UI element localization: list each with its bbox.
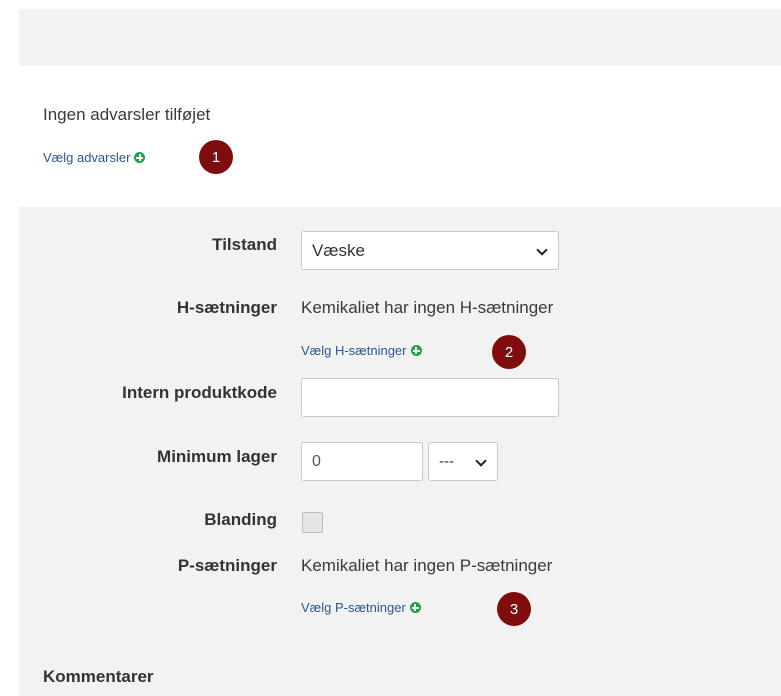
- comments-heading: Kommentarer: [43, 667, 154, 686]
- pick-warnings-link[interactable]: Vælg advarsler: [43, 150, 146, 165]
- warnings-section: [19, 66, 781, 207]
- chevron-down-icon: [536, 245, 548, 257]
- chevron-down-icon: [475, 456, 487, 468]
- min-stock-input[interactable]: 0: [301, 442, 423, 481]
- plus-circle-icon: [134, 152, 146, 163]
- internal-code-input[interactable]: [301, 378, 559, 417]
- state-select-value: Væske: [312, 240, 365, 260]
- min-stock-label: Minimum lager: [157, 447, 277, 466]
- mixture-checkbox[interactable]: [302, 512, 323, 533]
- plus-circle-icon: [409, 602, 421, 613]
- h-phrases-label: H-sætninger: [176, 298, 277, 317]
- step-badge-1: 1: [199, 140, 233, 174]
- pick-h-phrases-link[interactable]: Vælg H-sætninger: [301, 343, 422, 358]
- pick-warnings-label: Vælg advarsler: [43, 150, 131, 165]
- state-label: Tilstand: [212, 235, 277, 254]
- no-warnings-text: Ingen advarsler tilføjet: [43, 105, 211, 124]
- pick-p-phrases-label: Vælg P-sætninger: [301, 600, 406, 615]
- pick-h-phrases-label: Vælg H-sætninger: [301, 343, 407, 358]
- internal-code-label: Intern produktkode: [122, 383, 277, 402]
- pick-p-phrases-link[interactable]: Vælg P-sætninger: [301, 600, 421, 615]
- step-badge-2: 2: [492, 335, 526, 369]
- min-stock-value: 0: [312, 452, 321, 470]
- p-phrases-label: P-sætninger: [177, 556, 277, 575]
- step-badge-3: 3: [497, 592, 531, 626]
- min-stock-unit-value: ---: [439, 453, 454, 470]
- mixture-label: Blanding: [204, 510, 277, 529]
- plus-circle-icon: [410, 345, 422, 356]
- state-select[interactable]: Væske: [301, 231, 559, 270]
- min-stock-unit-select[interactable]: ---: [428, 442, 498, 481]
- p-phrases-empty-text: Kemikaliet har ingen P-sætninger: [301, 556, 553, 575]
- h-phrases-empty-text: Kemikaliet har ingen H-sætninger: [301, 298, 554, 317]
